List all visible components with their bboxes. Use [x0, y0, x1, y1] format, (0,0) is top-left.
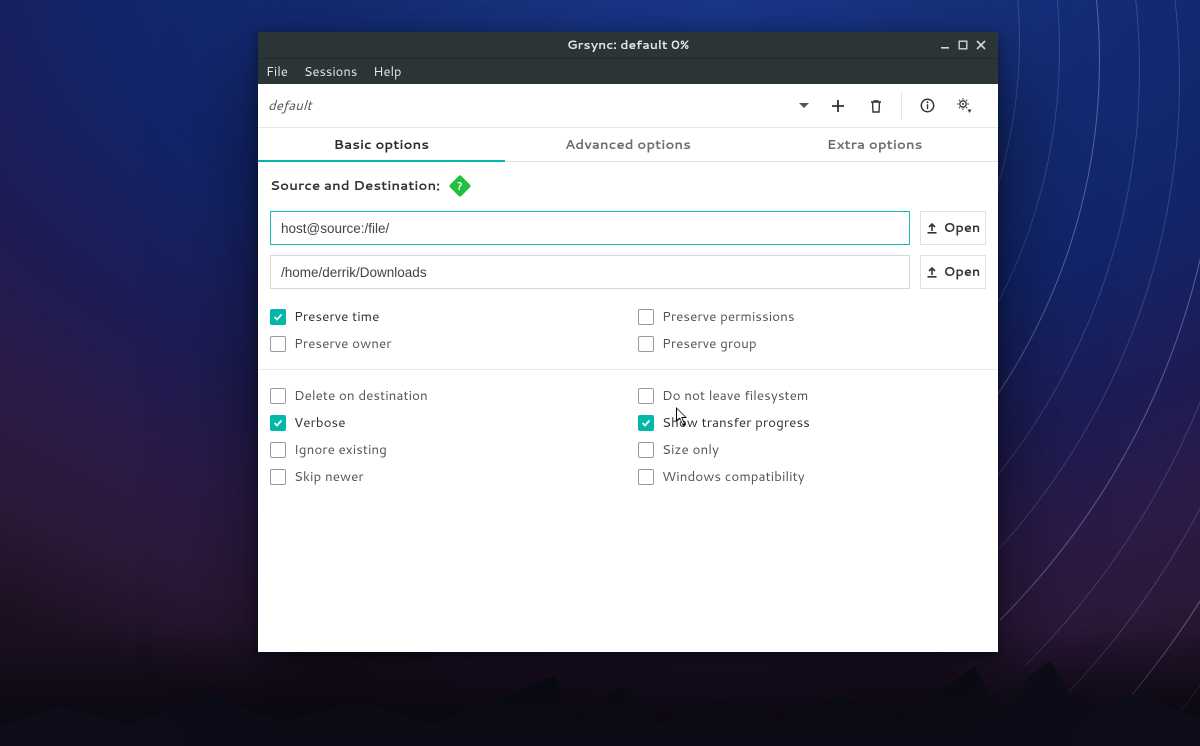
menu-help[interactable]: Help [373, 63, 401, 81]
checkbox-do-not-leave-filesystem[interactable]: Do not leave filesystem [638, 386, 986, 405]
open-destination-button[interactable]: Open [920, 255, 986, 289]
close-button[interactable] [972, 40, 990, 50]
tabs: Basic options Advanced options Extra opt… [258, 128, 998, 162]
maximize-button[interactable] [954, 40, 972, 50]
source-destination-label: Source and Destination: [270, 176, 440, 195]
app-window: Grsync: default 0% File Sessions Help de… [258, 32, 998, 652]
destination-path-input[interactable] [270, 255, 910, 289]
titlebar: Grsync: default 0% [258, 32, 998, 58]
checkbox-verbose[interactable]: Verbose [270, 413, 618, 432]
session-dropdown[interactable] [789, 103, 819, 109]
menu-file[interactable]: File [266, 63, 288, 81]
checkbox-preserve-owner[interactable]: Preserve owner [270, 334, 618, 353]
checkbox-preserve-permissions[interactable]: Preserve permissions [638, 307, 986, 326]
window-title: Grsync: default 0% [320, 36, 936, 54]
minimize-button[interactable] [936, 40, 954, 50]
checkbox-skip-newer[interactable]: Skip newer [270, 467, 618, 486]
session-bar: default [258, 84, 998, 128]
delete-session-button[interactable] [857, 88, 895, 124]
gears-run-icon [957, 98, 973, 114]
info-button[interactable] [908, 88, 946, 124]
open-label: Open [944, 263, 981, 281]
info-icon [920, 98, 935, 113]
upload-icon [926, 266, 938, 278]
checkbox-size-only[interactable]: Size only [638, 440, 986, 459]
tab-extra-options[interactable]: Extra options [751, 128, 998, 162]
tab-basic-options[interactable]: Basic options [258, 128, 505, 162]
checkbox-show-transfer-progress[interactable]: Show transfer progress [638, 413, 986, 432]
tab-advanced-options[interactable]: Advanced options [505, 128, 752, 162]
run-button[interactable] [946, 88, 984, 124]
trash-icon [869, 99, 883, 113]
open-source-button[interactable]: Open [920, 211, 986, 245]
plus-icon [831, 99, 845, 113]
checkbox-ignore-existing[interactable]: Ignore existing [270, 440, 618, 459]
tab-content: Source and Destination: ? Open [258, 162, 998, 486]
source-path-input[interactable] [270, 211, 910, 245]
session-name: default [264, 96, 312, 115]
upload-icon [926, 222, 938, 234]
checkbox-windows-compatibility[interactable]: Windows compatibility [638, 467, 986, 486]
swap-source-dest-button[interactable]: ? [448, 175, 471, 198]
checkbox-preserve-time[interactable]: Preserve time [270, 307, 618, 326]
menubar: File Sessions Help [258, 58, 998, 84]
checkbox-delete-on-destination[interactable]: Delete on destination [270, 386, 618, 405]
checkbox-preserve-group[interactable]: Preserve group [638, 334, 986, 353]
add-session-button[interactable] [819, 88, 857, 124]
chevron-down-icon [799, 103, 809, 109]
menu-sessions[interactable]: Sessions [304, 63, 357, 81]
open-label: Open [944, 219, 981, 237]
